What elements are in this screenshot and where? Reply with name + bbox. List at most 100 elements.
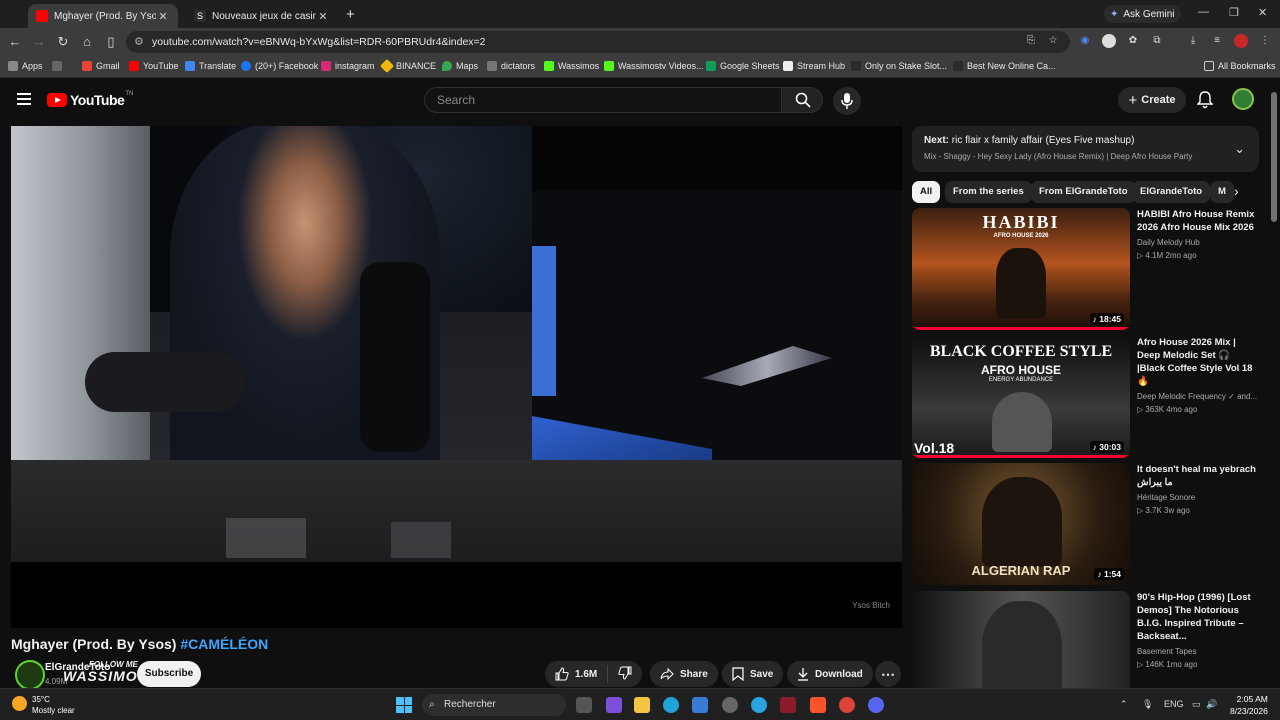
maximize-icon[interactable]: ❐ (1229, 6, 1239, 19)
subscribe-button[interactable]: Subscribe (137, 661, 201, 687)
bookmark-instagram[interactable]: instagram (321, 61, 375, 71)
youtube-logo[interactable]: YouTube TN (47, 91, 133, 108)
store-icon[interactable] (692, 697, 708, 713)
menu-hamburger-icon[interactable] (17, 93, 31, 108)
dislike-button[interactable] (618, 666, 632, 683)
chip-from-channel[interactable]: From ElGrandeToto (1031, 181, 1136, 203)
file-explorer-icon[interactable] (634, 697, 650, 713)
create-button[interactable]: + Create (1118, 87, 1186, 113)
notifications-bell-icon[interactable] (1196, 91, 1214, 114)
minimize-icon[interactable]: — (1198, 6, 1209, 18)
settings-gear-icon[interactable] (722, 697, 738, 713)
bookmark-google-sheets[interactable]: Google Sheets (706, 61, 780, 71)
widgets-icon[interactable] (606, 697, 622, 713)
bookmark-star-icon[interactable]: ☆ (1046, 34, 1060, 48)
adobe-icon[interactable] (780, 697, 796, 713)
download-button[interactable]: Download (787, 661, 873, 687)
share-button[interactable]: Share (650, 661, 718, 687)
extension-audio-icon[interactable]: ◉ (1078, 34, 1092, 48)
all-bookmarks[interactable]: All Bookmarks (1204, 61, 1276, 71)
recommended-channel[interactable]: Basement Tapes (1137, 647, 1259, 656)
bookmark-stake[interactable]: Only on Stake Slot... (851, 61, 947, 71)
scrollbar-thumb[interactable] (1271, 92, 1277, 222)
chevron-down-icon[interactable]: ⌄ (1234, 141, 1245, 157)
clock[interactable]: 2:05 AM 8/23/2026 (1230, 693, 1268, 717)
bookmark-facebook[interactable]: (20+) Facebook (241, 61, 318, 71)
discord-icon[interactable] (868, 697, 884, 713)
like-button[interactable]: 1.6M (555, 667, 597, 681)
recommended-channel[interactable]: Deep Melodic Frequency ✓ and... (1137, 392, 1259, 401)
tray-chevron-up-icon[interactable]: ⌃ (1120, 699, 1128, 710)
home-icon[interactable]: ⌂ (79, 34, 95, 50)
extensions-puzzle-icon[interactable]: ⧉ (1150, 34, 1164, 48)
bookmark-wassimos[interactable]: Wassimos (544, 61, 599, 71)
network-icon[interactable]: ▭ (1192, 699, 1201, 710)
voice-search-button[interactable] (833, 87, 861, 115)
weather-widget[interactable]: 35°C Mostly clear (12, 694, 75, 716)
recommended-video[interactable]: BLACK COFFEE STYLE AFRO HOUSE ENERGY ABU… (912, 336, 1259, 458)
chevron-right-icon[interactable]: › (1234, 183, 1239, 199)
hashtag-link[interactable]: #CAMÉLÉON (180, 636, 268, 652)
site-info-icon[interactable]: ⚙ (134, 31, 144, 53)
chrome-icon[interactable] (839, 697, 855, 713)
edge-icon[interactable] (663, 697, 679, 713)
chip-channel[interactable]: ElGrandeToto (1132, 181, 1211, 203)
account-avatar[interactable] (1232, 88, 1254, 110)
bookmark-wassimostv[interactable]: Wassimostv Videos... (604, 61, 704, 71)
task-view-icon[interactable] (576, 697, 592, 713)
extension-openai-icon[interactable]: ✿ (1126, 34, 1140, 48)
chip-more[interactable]: M (1210, 181, 1234, 203)
recommended-channel[interactable]: Héritage Sonore (1137, 493, 1259, 502)
bookmark-dictators[interactable]: dictators (487, 61, 535, 71)
new-tab-button[interactable]: + (346, 6, 355, 23)
close-tab-icon[interactable]: ✕ (156, 10, 170, 23)
language-indicator[interactable]: ENG (1164, 699, 1184, 709)
video-player[interactable]: Ysos Bitch (11, 126, 902, 628)
taskbar-search[interactable]: ⌕ Rechercher (422, 694, 566, 716)
more-actions-button[interactable]: ⋯ (875, 661, 901, 687)
video-thumbnail[interactable]: BLACK COFFEE STYLE AFRO HOUSE ENERGY ABU… (912, 336, 1130, 458)
save-button[interactable]: Save (722, 661, 784, 687)
windows-start-icon[interactable] (396, 697, 412, 713)
cast-icon[interactable]: ⎘ (1024, 34, 1038, 48)
reading-list-icon[interactable]: ≡ (1210, 34, 1224, 48)
bookmark-casino[interactable]: Best New Online Ca... (953, 61, 1056, 71)
channel-avatar[interactable] (15, 660, 45, 690)
reload-icon[interactable]: ↻ (55, 34, 71, 50)
bookmark-binance[interactable]: BINANCE (379, 58, 436, 74)
address-bar[interactable]: ⚙ youtube.com/watch?v=eBNWq-bYxWg&list=R… (126, 31, 1070, 53)
search-button[interactable] (781, 87, 823, 113)
video-thumbnail[interactable]: HABIBI AFRO HOUSE 2026 ♪ 18:45 (912, 208, 1130, 330)
brave-icon[interactable] (810, 697, 826, 713)
close-tab-icon[interactable]: ✕ (316, 10, 330, 23)
recommended-video[interactable]: 90's Hip-Hop (1996) [Lost Demos] The Not… (912, 591, 1259, 688)
bookmark-grid[interactable] (52, 61, 62, 71)
recommended-video[interactable]: HABIBI AFRO HOUSE 2026 ♪ 18:45 HABIBI Af… (912, 208, 1259, 330)
telegram-icon[interactable] (751, 697, 767, 713)
recommended-video[interactable]: ALGERIAN RAP ♪ 1:54 It doesn't heal ma y… (912, 463, 1259, 585)
search-input[interactable]: Search (424, 87, 782, 113)
video-thumbnail[interactable] (912, 591, 1130, 688)
extension-dot-icon[interactable] (1102, 34, 1116, 48)
video-thumbnail[interactable]: ALGERIAN RAP ♪ 1:54 (912, 463, 1130, 585)
bookmark-youtube[interactable]: YouTube (129, 61, 178, 71)
downloads-icon[interactable]: ⤓ (1186, 34, 1200, 48)
back-icon[interactable]: ← (7, 34, 23, 50)
tab-youtube[interactable]: Mghayer (Prod. By Ysos) #CAM ✕ (28, 4, 178, 28)
tab-casino[interactable]: S Nouveaux jeux de casino 2026 ✕ (186, 4, 338, 28)
bookmark-apps[interactable]: Apps (8, 61, 43, 71)
chip-all[interactable]: All (912, 181, 941, 203)
menu-dots-icon[interactable]: ⋮ (1258, 34, 1272, 48)
bookmark-stream-hub[interactable]: Stream Hub (783, 61, 845, 71)
bookmark-translate[interactable]: Translate (185, 61, 236, 71)
volume-icon[interactable]: 🔊 (1206, 699, 1217, 710)
tray-mic-icon[interactable]: 🎙 (1142, 699, 1153, 710)
bookmark-maps[interactable]: Maps (442, 61, 478, 71)
bookmark-gmail[interactable]: Gmail (82, 61, 120, 71)
page-scrollbar[interactable] (1270, 84, 1278, 696)
profile-icon[interactable] (1234, 34, 1248, 48)
ask-gemini-button[interactable]: ✦ Ask Gemini (1104, 5, 1181, 23)
chip-from-series[interactable]: From the series (945, 181, 1032, 203)
side-panel-icon[interactable]: ▯ (103, 34, 119, 50)
recommended-channel[interactable]: Daily Melody Hub (1137, 238, 1259, 247)
